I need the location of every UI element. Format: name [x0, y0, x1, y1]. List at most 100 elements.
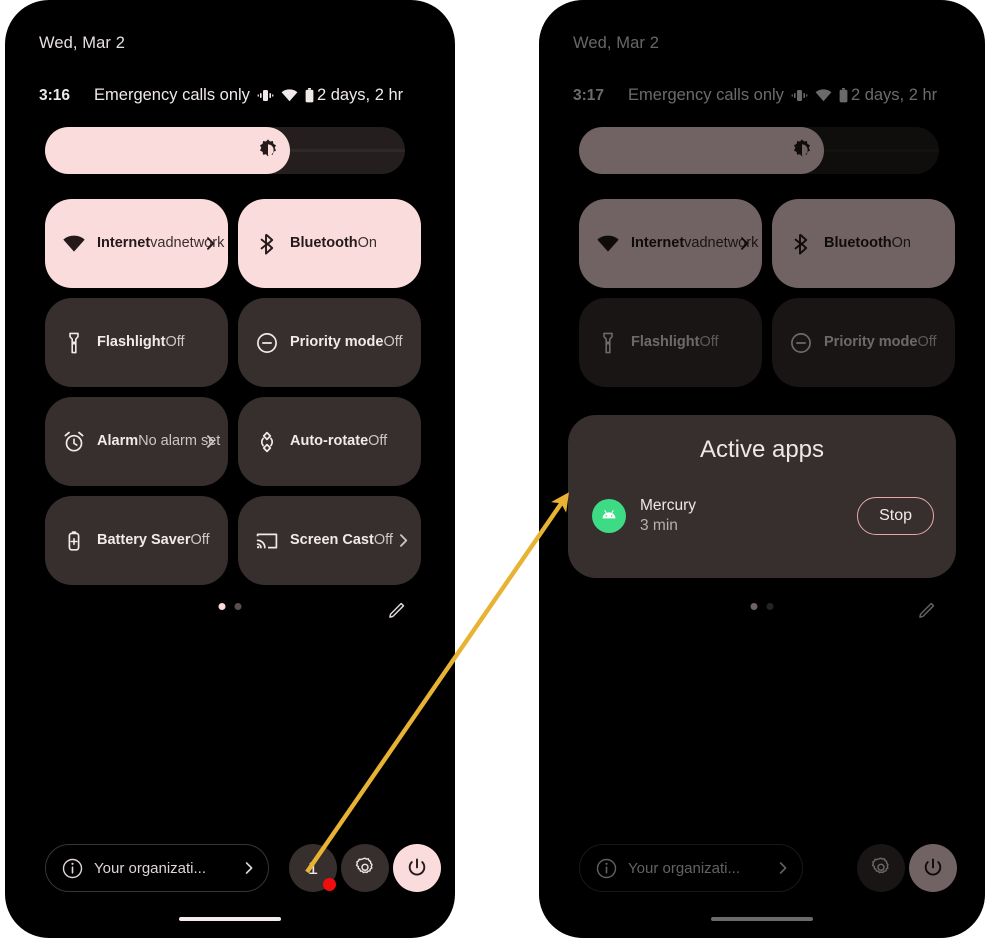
page-dot-1[interactable]: [750, 603, 758, 610]
stop-button[interactable]: Stop: [857, 497, 934, 535]
battery-icon: [839, 88, 848, 103]
tile-subtitle: On: [357, 235, 377, 252]
chevron-right-icon[interactable]: [202, 434, 218, 449]
page-dot-1[interactable]: [218, 603, 226, 610]
tile-internet[interactable]: Internetvadnetwork: [45, 199, 228, 288]
page-dot-2[interactable]: [234, 603, 242, 610]
do-not-disturb-icon: [254, 331, 280, 355]
date-label: Wed, Mar 2: [39, 34, 125, 52]
pencil-icon[interactable]: [387, 598, 409, 620]
screen-cast-icon: [254, 529, 280, 553]
brightness-remaining-line: [814, 149, 939, 152]
organization-label: Your organizati...: [94, 859, 207, 877]
brightness-remaining-line: [280, 149, 405, 152]
status-battery-text: 2 days, 2 hr: [316, 86, 404, 104]
android-app-icon: [592, 499, 626, 533]
page-dots[interactable]: [750, 603, 774, 610]
chevron-right-icon[interactable]: [395, 533, 411, 548]
power-button[interactable]: [909, 844, 957, 892]
page-dots[interactable]: [218, 603, 242, 610]
tile-title: Internet: [631, 235, 685, 252]
page-dot-2[interactable]: [766, 603, 774, 610]
settings-button[interactable]: [341, 844, 389, 892]
notification-red-dot: [323, 878, 336, 891]
tile-subtitle: Off: [373, 532, 393, 549]
alarm-icon: [61, 430, 87, 454]
bluetooth-icon: [788, 232, 814, 256]
phone-left: Wed, Mar 2 3:16 Emergency calls only 2 d…: [5, 0, 455, 938]
chevron-right-icon[interactable]: [202, 236, 218, 251]
home-indicator: [711, 917, 813, 921]
organization-chip[interactable]: Your organizati...: [45, 844, 269, 892]
tile-title: Flashlight: [631, 334, 700, 351]
organization-label: Your organizati...: [628, 859, 741, 877]
active-apps-button[interactable]: 1: [289, 844, 337, 892]
wifi-icon: [281, 89, 298, 102]
tile-bluetooth[interactable]: BluetoothOn: [238, 199, 421, 288]
status-bar: 3:16 Emergency calls only 2 days, 2 hr: [39, 86, 433, 105]
tile-title: Battery Saver: [97, 532, 191, 549]
tile-subtitle: Off: [917, 334, 937, 351]
tile-title: Priority mode: [290, 334, 384, 351]
power-icon: [406, 857, 428, 879]
status-time: 3:17: [573, 86, 605, 104]
qs-footer: Your organizati...: [539, 844, 985, 900]
vibrate-icon: [791, 88, 808, 103]
settings-button[interactable]: [857, 844, 905, 892]
do-not-disturb-icon: [788, 331, 814, 355]
flashlight-icon: [61, 331, 87, 355]
battery-icon: [305, 88, 314, 103]
qs-footer: Your organizati... 1: [5, 844, 455, 900]
screenshot-stage: Wed, Mar 2 3:16 Emergency calls only 2 d…: [0, 0, 994, 944]
tile-flashlight[interactable]: FlashlightOff: [45, 298, 228, 387]
pencil-icon[interactable]: [917, 598, 939, 620]
brightness-slider[interactable]: [45, 127, 405, 174]
date-label: Wed, Mar 2: [573, 34, 659, 52]
vibrate-icon: [257, 88, 274, 103]
tile-subtitle: Off: [699, 334, 719, 351]
active-app-row: Mercury 3 min Stop: [592, 493, 934, 539]
phone-right: Wed, Mar 2 3:17 Emergency calls only 2 d…: [539, 0, 985, 938]
quick-settings-tiles: Internetvadnetwork BluetoothOn FlashlightO…: [579, 199, 955, 387]
tile-auto-rotate[interactable]: Auto-rotateOff: [238, 397, 421, 486]
active-app-name: Mercury: [640, 496, 696, 514]
chevron-right-icon[interactable]: [736, 236, 752, 251]
wifi-icon: [815, 89, 832, 102]
brightness-slider[interactable]: [579, 127, 939, 174]
wifi-icon: [595, 232, 621, 256]
active-apps-dialog: Active apps Mercury 3 min Stop: [568, 415, 956, 578]
tile-title: Bluetooth: [824, 235, 892, 252]
auto-rotate-icon: [254, 430, 280, 454]
tile-priority-mode[interactable]: Priority modeOff: [238, 298, 421, 387]
tile-subtitle: Off: [368, 433, 388, 450]
quick-settings-tiles: Internetvadnetwork BluetoothOn FlashlightO…: [45, 199, 421, 585]
tile-battery-saver[interactable]: Battery SaverOff: [45, 496, 228, 585]
tile-title: Screen Cast: [290, 532, 374, 549]
tile-subtitle: Off: [190, 532, 210, 549]
tile-subtitle: On: [891, 235, 911, 252]
tile-title: Bluetooth: [290, 235, 358, 252]
bluetooth-icon: [254, 232, 280, 256]
tile-title: Alarm: [97, 433, 139, 450]
tile-flashlight[interactable]: FlashlightOff: [579, 298, 762, 387]
gear-icon: [353, 856, 377, 880]
power-button[interactable]: [393, 844, 441, 892]
brightness-icon: [256, 138, 280, 162]
tile-title: Priority mode: [824, 334, 918, 351]
status-time: 3:16: [39, 86, 71, 104]
power-icon: [922, 857, 944, 879]
tile-screen-cast[interactable]: Screen CastOff: [238, 496, 421, 585]
brightness-fill: [45, 127, 290, 174]
flashlight-icon: [595, 331, 621, 355]
organization-chip[interactable]: Your organizati...: [579, 844, 803, 892]
tile-priority-mode[interactable]: Priority modeOff: [772, 298, 955, 387]
quick-settings-panel-left: Wed, Mar 2 3:16 Emergency calls only 2 d…: [5, 0, 455, 938]
tile-internet[interactable]: Internetvadnetwork: [579, 199, 762, 288]
chevron-right-icon: [776, 861, 790, 875]
tile-bluetooth[interactable]: BluetoothOn: [772, 199, 955, 288]
tile-title: Auto-rotate: [290, 433, 369, 450]
tile-alarm[interactable]: AlarmNo alarm set: [45, 397, 228, 486]
active-app-duration: 3 min: [640, 517, 678, 535]
active-apps-count: 1: [307, 857, 318, 878]
status-carrier: Emergency calls only: [628, 86, 784, 104]
